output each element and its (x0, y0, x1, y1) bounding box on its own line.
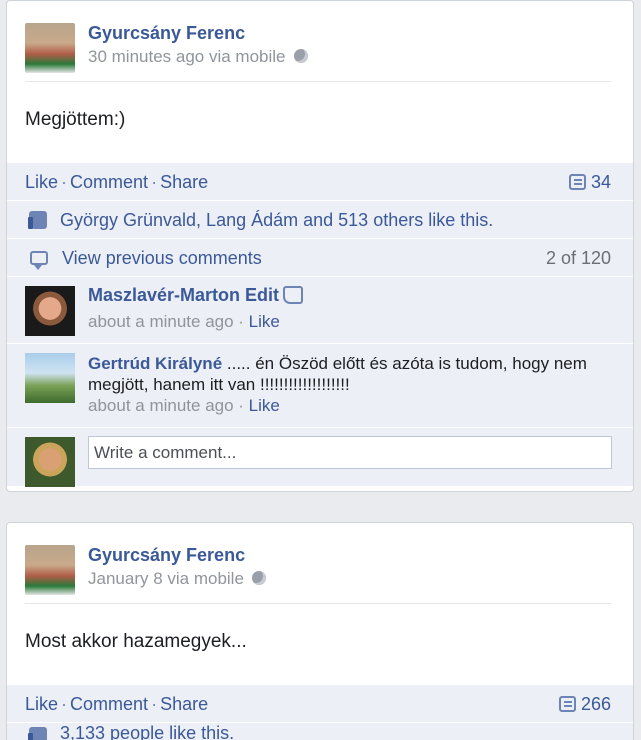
share-link[interactable]: Share (160, 694, 208, 714)
comment-count[interactable]: 266 (558, 694, 611, 715)
news-feed-post: Gyurcsány Ferenc January 8 via mobile Mo… (6, 522, 634, 740)
post-actions: Like · Comment · Share (25, 172, 208, 193)
post-header: Gyurcsány Ferenc January 8 via mobile (7, 523, 633, 605)
separator: · (151, 172, 158, 192)
thumbs-up-icon (283, 286, 304, 304)
comment-like-link[interactable]: Like (249, 312, 280, 331)
post-meta: January 8 via mobile (88, 569, 266, 589)
post-actions: Like · Comment · Share (25, 694, 208, 715)
commenter-name-row: Maszlavér-Marton Edit (88, 285, 304, 306)
write-comment-input[interactable] (88, 436, 612, 469)
viewer-avatar (25, 437, 75, 487)
comment-pager: 2 of 120 (545, 248, 611, 268)
comment: Maszlavér-Marton Edit about a minute ago… (7, 277, 633, 344)
separator: · (61, 694, 68, 714)
comment-body: Gertrúd Királyné ..... én Öszöd előtt és… (88, 353, 611, 395)
post-header: Gyurcsány Ferenc 30 minutes ago via mobi… (7, 1, 633, 83)
comment-like-link[interactable]: Like (249, 396, 280, 415)
author-name[interactable]: Gyurcsány Ferenc (88, 545, 245, 566)
share-link[interactable]: Share (160, 172, 208, 192)
commenter-name[interactable]: Maszlavér-Marton Edit (88, 285, 279, 305)
post-timestamp[interactable]: January 8 via mobile (88, 569, 244, 588)
commenter-name[interactable]: Gertrúd Királyné (88, 354, 222, 373)
post-text: Most akkor hazamegyek... (25, 631, 247, 652)
post-body: Most akkor hazamegyek... (7, 605, 633, 685)
likes-text[interactable]: György Grünvald, Lang Ádám and 513 other… (60, 210, 493, 231)
globe-icon (293, 49, 308, 63)
comment-count-value: 266 (580, 694, 611, 714)
action-bar: Like · Comment · Share 266 (7, 685, 633, 723)
comment-time: about a minute ago (88, 312, 234, 331)
news-feed-post: Gyurcsány Ferenc 30 minutes ago via mobi… (6, 0, 634, 492)
post-timestamp[interactable]: 30 minutes ago via mobile (88, 47, 286, 66)
separator: · (151, 694, 158, 714)
comment: Gertrúd Királyné ..... én Öszöd előtt és… (7, 344, 633, 428)
comment-count[interactable]: 34 (568, 172, 611, 193)
comment-meta: about a minute ago · Like (88, 312, 280, 331)
write-comment-row (7, 428, 633, 487)
comment-link[interactable]: Comment (70, 694, 148, 714)
thumbs-up-icon (28, 727, 47, 740)
divider (25, 81, 611, 82)
thumbs-up-icon (28, 211, 47, 229)
comment-bubble-icon (30, 251, 48, 270)
separator: · (61, 172, 68, 192)
comment-meta: about a minute ago · Like (88, 396, 280, 415)
author-avatar[interactable] (25, 545, 75, 595)
likes-text[interactable]: 3,133 people like this. (60, 723, 234, 740)
globe-icon (251, 571, 266, 585)
view-previous-row: View previous comments 2 of 120 (7, 239, 633, 277)
action-bar: Like · Comment · Share 34 (7, 163, 633, 201)
author-name[interactable]: Gyurcsány Ferenc (88, 23, 245, 44)
commenter-avatar[interactable] (25, 286, 75, 336)
comment-count-value: 34 (590, 172, 611, 192)
post-meta: 30 minutes ago via mobile (88, 47, 308, 67)
commenter-avatar[interactable] (25, 353, 75, 403)
divider (25, 603, 611, 604)
like-link[interactable]: Like (25, 694, 58, 714)
post-text: Megjöttem:) (25, 109, 126, 130)
like-link[interactable]: Like (25, 172, 58, 192)
comment-icon (568, 174, 586, 190)
likes-summary: György Grünvald, Lang Ádám and 513 other… (7, 201, 633, 239)
view-previous-comments-link[interactable]: View previous comments (62, 248, 262, 269)
post-body: Megjöttem:) (7, 83, 633, 163)
comment-icon (558, 696, 576, 712)
comment-time: about a minute ago (88, 396, 234, 415)
likes-summary: 3,133 people like this. (7, 723, 633, 740)
comment-link[interactable]: Comment (70, 172, 148, 192)
author-avatar[interactable] (25, 23, 75, 73)
